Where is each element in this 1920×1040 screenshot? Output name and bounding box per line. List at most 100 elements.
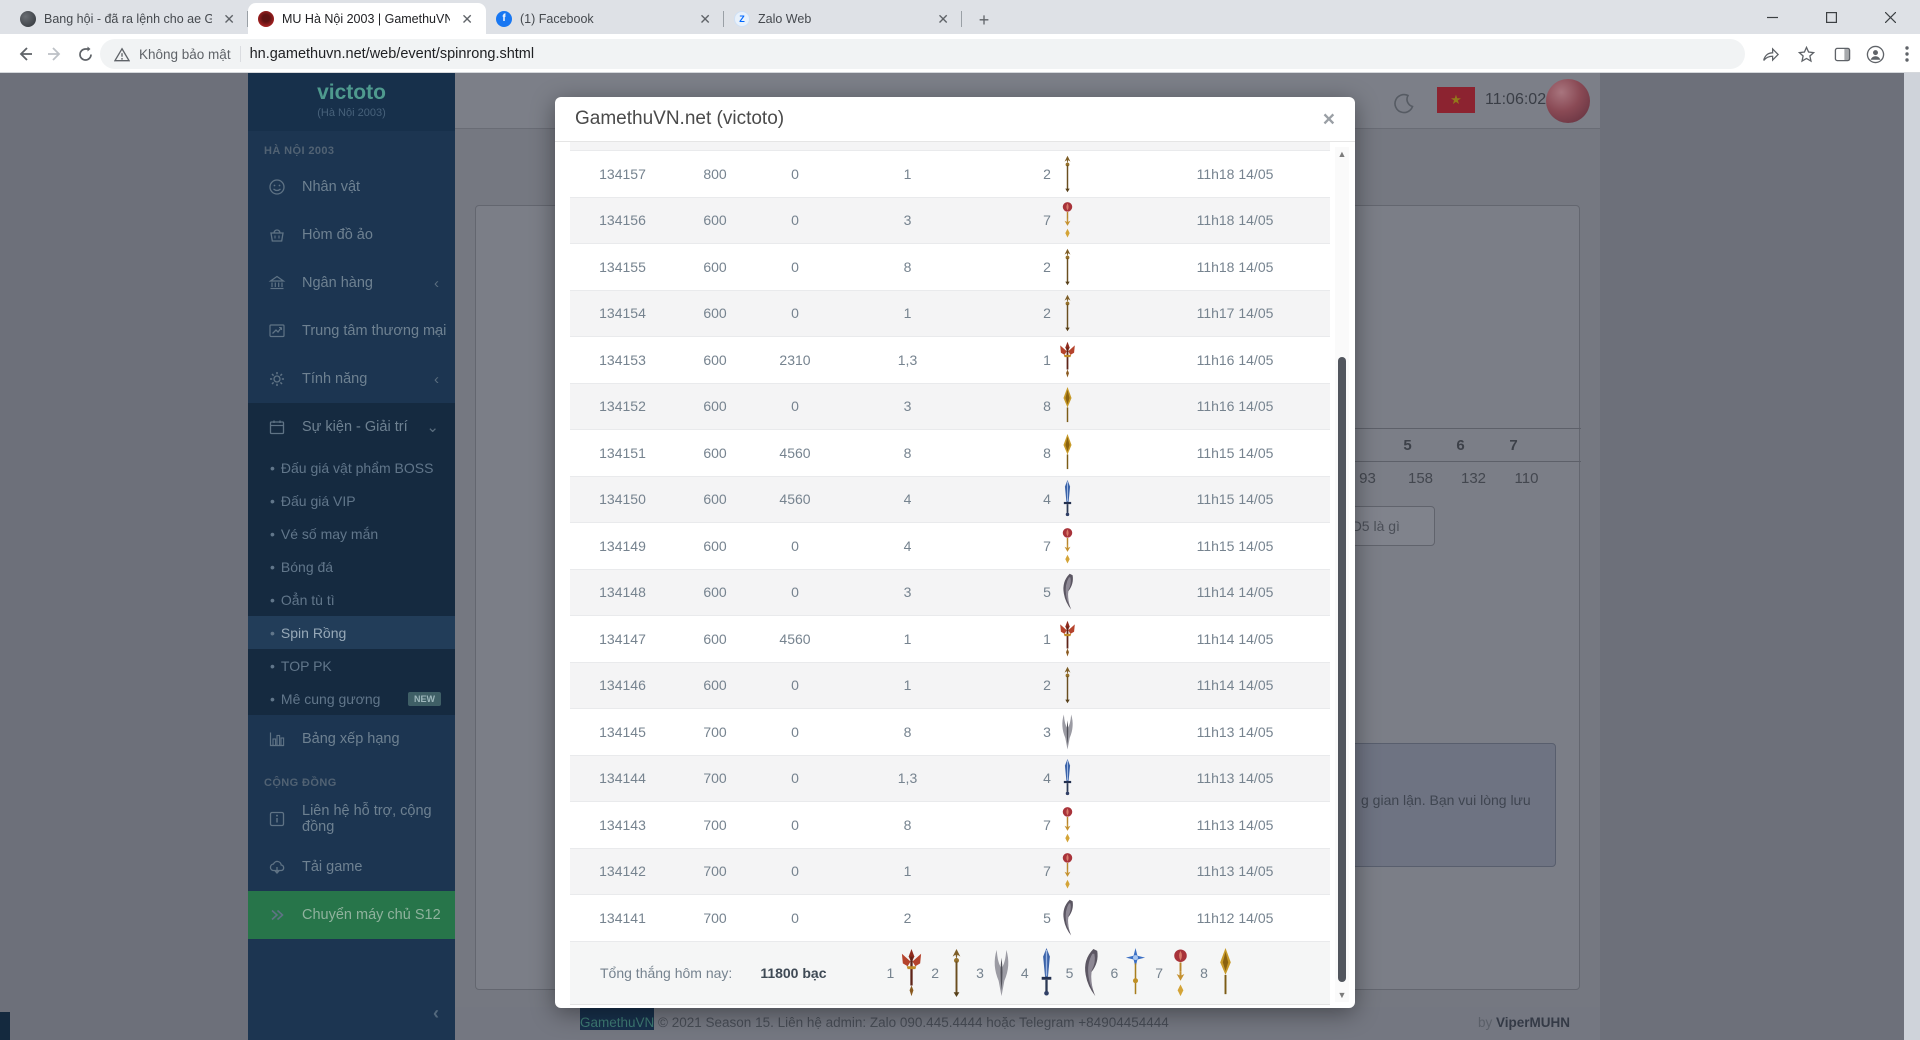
sidebar-item-h-m-o[interactable]: Hòm đồ ảo [248, 211, 455, 259]
cell-pick: 1 [903, 630, 912, 647]
sidebar-item-nh-n-v-t[interactable]: Nhân vật [248, 163, 455, 211]
close-window-button[interactable] [1861, 0, 1920, 34]
tab-close-icon[interactable]: ✕ [934, 11, 952, 27]
cell-pick: 1,3 [897, 770, 918, 787]
cell-time: 11h14 14/05 [1196, 584, 1274, 601]
sidebar-collapse-arrow[interactable]: ‹ [433, 1003, 439, 1024]
table-row: 134156 600 0 3 7 11h18 14/05 [570, 197, 1330, 244]
sidebar-item-label: Sự kiện - Giải trí [302, 419, 408, 435]
footer-credit-by: by [1477, 1015, 1496, 1030]
tab-close-icon[interactable]: ✕ [458, 11, 476, 27]
scroll-up-icon[interactable]: ▲ [1335, 149, 1349, 159]
browser-tab[interactable]: Z Zalo Web ✕ [724, 3, 962, 34]
sidebar-item-b-ng-x-p-h-ng[interactable]: Bảng xếp hạng [248, 715, 455, 763]
cell-win: 0 [791, 770, 799, 787]
cell-win: 0 [791, 305, 799, 322]
site-footer: GamethuVN © 2021 Season 15. Liên hệ admi… [455, 1007, 1600, 1040]
sidebar-subitem-o-n-t-t-[interactable]: Oẳn tù tì [248, 583, 455, 616]
window-scrollbar[interactable] [1904, 73, 1920, 1040]
chevron-icon: ‹ [434, 274, 439, 292]
legend-number: 1 [886, 964, 895, 981]
modal-close-icon[interactable]: × [1323, 109, 1335, 130]
cell-pick: 1 [903, 305, 912, 322]
browser-tab[interactable]: Bang hội - đã ra lệnh cho ae G Tà ✕ [10, 3, 248, 34]
sidebar-item-ng-n-h-ng[interactable]: Ngân hàng ‹ [248, 259, 455, 307]
cell-win: 0 [791, 537, 799, 554]
sidebar-subitem--u-gi-v-t-ph-m-boss[interactable]: Đấu giá vật phẩm BOSS [248, 451, 455, 484]
profile-icon[interactable] [1861, 40, 1889, 68]
forward-button[interactable] [40, 39, 70, 69]
table-row: 134155 600 0 8 2 11h18 14/05 [570, 244, 1330, 291]
corner-accent [0, 1012, 10, 1040]
cell-bet: 600 [703, 584, 727, 601]
browser-tab[interactable]: MU Hà Nội 2003 | GamethuVN.n ✕ [248, 3, 486, 34]
cell-pick: 1 [903, 863, 912, 880]
sidebar-subitem-m-cung-g-ng[interactable]: Mê cung gương NEW [248, 682, 455, 715]
sidebar-item-s-ki-n-gi-i-tr-[interactable]: Sự kiện - Giải trí ⌄ [248, 403, 455, 451]
cell-pick: 1,3 [897, 351, 918, 368]
browser-tab[interactable]: f (1) Facebook ✕ [486, 3, 724, 34]
table-row: 134145 700 0 8 3 11h13 14/05 [570, 709, 1330, 756]
prize-number: 3 [1043, 723, 1051, 740]
back-button[interactable] [10, 39, 40, 69]
sidebar-item-t-i-game[interactable]: Tải game [248, 843, 455, 891]
url-text[interactable]: hn.gamethuvn.net/web/event/spinrong.shtm… [250, 46, 535, 62]
subitem-label: Đấu giá vật phẩm BOSS [280, 459, 434, 476]
prize-number: 2 [1043, 677, 1051, 694]
cell-pick: 3 [903, 584, 912, 601]
menu-dots-icon[interactable] [1893, 40, 1920, 68]
sidebar-subitem-v-s-may-m-n[interactable]: Vé số may mắn [248, 517, 455, 550]
browser-tab-bar: Bang hội - đã ra lệnh cho ae G Tà✕MU Hà … [0, 0, 1920, 34]
bg-table-values: 93 158 132 110 [1341, 470, 1553, 487]
sidebar-item-chuy-n-m-y-ch-s12[interactable]: Chuyển máy chủ S12 [248, 891, 455, 939]
cell-bet: 600 [703, 351, 727, 368]
scrollbar-thumb[interactable] [1338, 357, 1346, 982]
cell-spin-id: 134148 [599, 584, 646, 601]
avatar[interactable] [1546, 79, 1590, 123]
legend-item: 3 [976, 948, 1014, 998]
star-staff-icon [1126, 947, 1146, 994]
dark-wing-bow-icon [1063, 573, 1073, 610]
sidebar-item-trung-t-m-th-ng-m-i[interactable]: Trung tâm thương mại ‹ [248, 307, 455, 355]
summary-label: Tổng thắng hôm nay: [600, 964, 733, 981]
red-wing-sword-icon [902, 948, 922, 996]
red-orb-arrow-icon [1062, 806, 1073, 843]
sidebar-subitem-spin-r-ng[interactable]: Spin Rồng [248, 616, 455, 649]
new-tab-button[interactable]: + [970, 6, 998, 34]
modal-scrollbar[interactable]: ▲ ▼ [1335, 147, 1349, 1002]
sidebar-item-li-n-h-h-tr-c-ng-ng[interactable]: Liên hệ hỗ trợ, cộng đồng [248, 795, 455, 843]
moon-icon[interactable] [1393, 93, 1415, 115]
side-panel-icon[interactable] [1828, 40, 1856, 68]
cell-time: 11h16 14/05 [1196, 351, 1274, 368]
table-row: 134151 600 4560 8 8 11h15 14/05 [570, 430, 1330, 477]
sidebar-item-t-nh-n-ng[interactable]: Tính năng ‹ [248, 355, 455, 403]
prize-number: 8 [1043, 444, 1051, 461]
bg-table-value: 110 [1514, 470, 1539, 487]
cell-prize: 5 [980, 573, 1140, 611]
sidebar-item-label: Tải game [302, 859, 363, 875]
sidebar-subitem-b-ng-[interactable]: Bóng đá [248, 550, 455, 583]
tab-close-icon[interactable]: ✕ [696, 11, 714, 27]
dark-wing-bow-icon [1085, 948, 1099, 996]
address-bar[interactable]: Không bảo mật hn.gamethuvn.net/web/event… [100, 39, 1745, 69]
not-secure-warning-icon[interactable] [114, 46, 130, 62]
silver-claw-icon [1062, 714, 1073, 750]
legend-number: 3 [976, 964, 984, 981]
page-background: ★ 11:06:02 567 93 158 132 110 MD5 là gì g g… [0, 73, 1920, 1040]
zalo-icon: Z [734, 10, 750, 27]
prize-number: 2 [1043, 305, 1051, 322]
sidebar-subitem--u-gi-vip[interactable]: Đấu giá VIP [248, 484, 455, 517]
scroll-down-icon[interactable]: ▼ [1335, 990, 1349, 1000]
cell-spin-id: 134154 [599, 305, 646, 322]
reload-button[interactable] [70, 39, 100, 69]
share-icon[interactable] [1756, 40, 1784, 68]
table-row: 134152 600 0 3 8 11h16 14/05 [570, 383, 1330, 430]
sidebar-subitem-top-pk[interactable]: TOP PK [248, 649, 455, 682]
bookmark-star-icon[interactable] [1792, 40, 1820, 68]
maximize-button[interactable] [1802, 0, 1861, 34]
minimize-button[interactable] [1743, 0, 1802, 34]
cell-win: 0 [791, 677, 799, 694]
facebook-icon: f [496, 10, 512, 27]
tab-close-icon[interactable]: ✕ [220, 11, 238, 27]
footer-brand-link[interactable]: GamethuVN [580, 1007, 655, 1030]
